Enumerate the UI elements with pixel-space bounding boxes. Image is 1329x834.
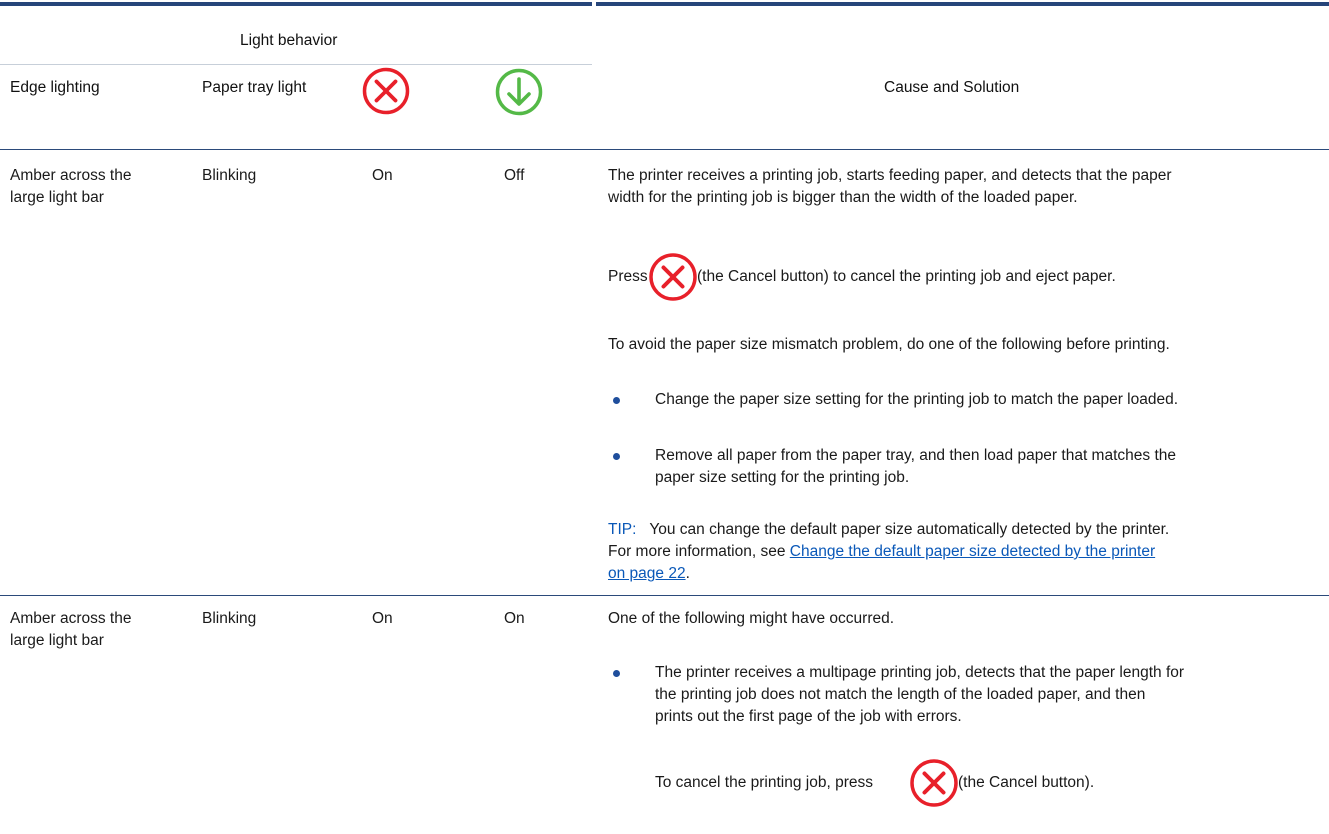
- row1-bullet2-line1: Remove all paper from the paper tray, an…: [655, 447, 1176, 464]
- row2-edge-lighting: Amber across the large light bar: [10, 608, 131, 652]
- light-behavior-underline: [0, 64, 592, 65]
- row2-cancel-pre: To cancel the printing job, press: [655, 774, 873, 791]
- row2-cancel-post: (the Cancel button).: [958, 774, 1095, 791]
- row1-tip-line3: on page 22.: [608, 563, 1169, 585]
- row2-bullet1-dot: [613, 670, 620, 677]
- row2-cancel-state: On: [372, 610, 393, 627]
- row1-tip: TIP: You can change the default paper si…: [608, 519, 1169, 585]
- row1-press-pre: Press: [608, 268, 648, 285]
- row2-edge-line2: large light bar: [10, 632, 104, 649]
- row1-tray-light: Blinking: [202, 167, 257, 184]
- row2-bullet1-text: The printer receives a multipage printin…: [655, 662, 1184, 728]
- row-separator: [0, 595, 1329, 596]
- row1-paragraph1: The printer receives a printing job, sta…: [608, 165, 1172, 209]
- tip-end-period: .: [685, 565, 690, 582]
- row1-tip-line2: For more information, see Change the def…: [608, 541, 1169, 563]
- row1-edge-lighting: Amber across the large light bar: [10, 165, 131, 209]
- table-top-rule-right: [596, 2, 1329, 6]
- row2-bullet1-line2: the printing job does not match the leng…: [655, 686, 1146, 703]
- page-22-link[interactable]: on page 22: [608, 565, 686, 582]
- row1-bullet2-line2: paper size setting for the printing job.: [655, 469, 910, 486]
- row1-edge-line2: large light bar: [10, 189, 104, 206]
- cause-solution-header: Cause and Solution: [884, 79, 1020, 96]
- change-paper-size-link[interactable]: Change the default paper size detected b…: [790, 543, 1155, 560]
- row1-p1-line2: width for the printing job is bigger tha…: [608, 189, 1078, 206]
- header-bottom-rule: [0, 149, 1329, 150]
- tip-label: TIP:: [608, 521, 637, 538]
- row1-cancel-state: On: [372, 167, 393, 184]
- row2-resume-state: On: [504, 610, 525, 627]
- paper-tray-light-header: Paper tray light: [202, 79, 307, 96]
- tip-text-line1: You can change the default paper size au…: [649, 521, 1170, 538]
- row1-bullet2-dot: [613, 453, 620, 460]
- tip-text-line2: For more information, see: [608, 543, 786, 560]
- row1-bullet2-text: Remove all paper from the paper tray, an…: [655, 445, 1176, 489]
- cancel-x-icon: [362, 67, 410, 115]
- row1-edge-line1: Amber across the: [10, 167, 132, 184]
- row2-tray-light: Blinking: [202, 610, 257, 627]
- edge-lighting-header: Edge lighting: [10, 79, 100, 96]
- row1-bullet1-dot: [613, 397, 620, 404]
- row1-tip-line1: TIP: You can change the default paper si…: [608, 519, 1169, 541]
- cancel-button-icon-row2: [910, 759, 958, 807]
- cancel-button-icon: [649, 253, 697, 301]
- row1-bullet1-text: Change the paper size setting for the pr…: [655, 391, 1179, 408]
- row1-resume-state: Off: [504, 167, 525, 184]
- light-behavior-header: Light behavior: [240, 32, 338, 49]
- row2-edge-line1: Amber across the: [10, 610, 132, 627]
- row1-avoid-text: To avoid the paper size mismatch problem…: [608, 336, 1170, 353]
- row2-bullet1-line3: prints out the first page of the job wit…: [655, 708, 962, 725]
- row2-bullet1-line1: The printer receives a multipage printin…: [655, 664, 1185, 681]
- row1-p1-line1: The printer receives a printing job, sta…: [608, 167, 1172, 184]
- table-top-rule-left: [0, 2, 592, 6]
- resume-down-arrow-icon: [495, 68, 543, 116]
- row2-intro: One of the following might have occurred…: [608, 610, 895, 627]
- row1-press-post: (the Cancel button) to cancel the printi…: [697, 268, 1116, 285]
